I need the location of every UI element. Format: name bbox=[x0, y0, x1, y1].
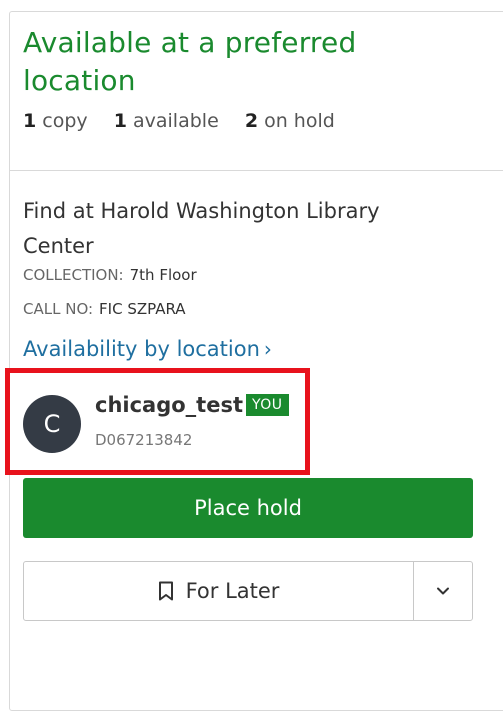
copies-label: copy bbox=[42, 110, 88, 132]
call-number-value: FIC SZPARA bbox=[99, 300, 186, 318]
call-number-line: CALL NO: FIC SZPARA bbox=[23, 300, 186, 318]
available-count: 1 available bbox=[114, 110, 219, 132]
available-label: available bbox=[133, 110, 219, 132]
username: chicago_test bbox=[95, 393, 243, 417]
collection-value: 7th Floor bbox=[129, 266, 197, 284]
holds-number: 2 bbox=[244, 110, 259, 132]
you-badge: YOU bbox=[246, 394, 289, 416]
divider bbox=[10, 170, 503, 171]
bookmark-icon bbox=[158, 581, 173, 601]
for-later-button[interactable]: For Later bbox=[24, 562, 414, 620]
chevron-right-icon: › bbox=[263, 337, 272, 361]
shelf-options-dropdown[interactable] bbox=[414, 562, 472, 620]
availability-by-location-link[interactable]: Availability by location › bbox=[23, 337, 272, 361]
availability-title: Available at a preferred location bbox=[23, 26, 357, 97]
available-number: 1 bbox=[113, 110, 127, 132]
chevron-down-icon bbox=[437, 587, 449, 595]
avatar: C bbox=[23, 395, 81, 453]
holds-label: on hold bbox=[264, 110, 335, 132]
find-at-location: Find at Harold Washington Library Center bbox=[23, 199, 380, 258]
availability-link-label: Availability by location bbox=[23, 337, 260, 361]
collection-line: COLLECTION: 7th Floor bbox=[23, 266, 197, 284]
for-later-button-group: For Later bbox=[23, 561, 473, 621]
copies-count: 1 copy bbox=[23, 110, 88, 132]
holds-count: 2 on hold bbox=[245, 110, 335, 132]
copies-number: 1 bbox=[23, 110, 37, 132]
availability-counts: 1 copy 1 available 2 on hold bbox=[23, 110, 355, 132]
library-card-number: D067213842 bbox=[95, 431, 193, 449]
for-later-label: For Later bbox=[185, 579, 280, 603]
call-number-key: CALL NO: bbox=[23, 300, 94, 318]
collection-key: COLLECTION: bbox=[23, 266, 124, 284]
place-hold-button[interactable]: Place hold bbox=[23, 478, 473, 538]
